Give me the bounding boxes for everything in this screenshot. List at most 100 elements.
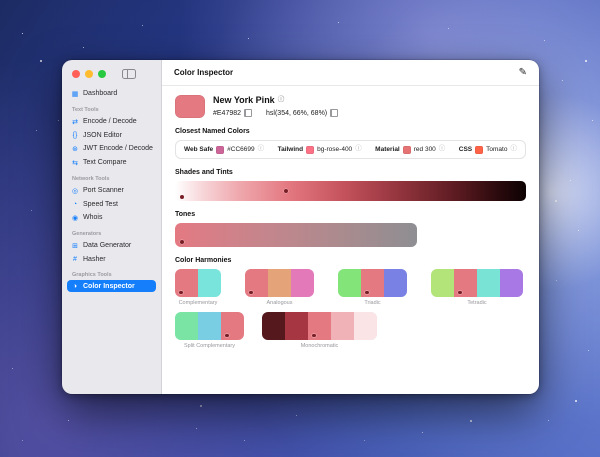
color-value: red 300 (414, 146, 436, 153)
closest-item-websafe: Web Safe #CC6699 ⓘ (184, 146, 264, 154)
system-label: CSS (459, 146, 472, 153)
sidebar-item-speed-test[interactable]: ◔ Speed Test (67, 198, 156, 210)
copy-icon[interactable] (330, 109, 338, 117)
base-color-dot (312, 334, 316, 338)
harmony-analogous: Analogous (245, 269, 314, 306)
color-value: #CC6699 (227, 146, 254, 153)
harmony-swatch[interactable] (384, 269, 407, 297)
sidebar-item-jwt-encode-decode[interactable]: ⊛ JWT Encode / Decode (67, 142, 156, 155)
hex-value: #E47982 (213, 110, 241, 117)
harmony-swatch[interactable] (431, 269, 454, 297)
json-editor-icon: {} (71, 132, 79, 139)
harmony-caption: Monochromatic (262, 343, 377, 349)
harmony-swatch[interactable] (245, 269, 268, 297)
shades-tints-title: Shades and Tints (175, 169, 526, 176)
harmony-swatch[interactable] (175, 312, 198, 340)
sidebar-item-port-scanner[interactable]: ◎ Port Scanner (67, 184, 156, 197)
main-header: Color Inspector ✎ (162, 60, 539, 86)
harmony-swatch[interactable] (500, 269, 523, 297)
color-swatch[interactable] (306, 146, 314, 154)
harmony-swatch[interactable] (331, 312, 354, 340)
system-label: Tailwind (278, 146, 304, 153)
harmony-swatch[interactable] (291, 269, 314, 297)
sidebar-item-text-compare[interactable]: ⇆ Text Compare (67, 156, 156, 169)
info-icon[interactable]: ⓘ (355, 146, 362, 153)
harmony-swatch[interactable] (477, 269, 500, 297)
harmony-swatch[interactable] (221, 312, 244, 340)
system-label: Web Safe (184, 146, 213, 153)
sidebar-item-label: Encode / Decode (83, 118, 137, 125)
harmony-swatch[interactable] (198, 312, 221, 340)
harmony-caption: Tetradic (431, 300, 523, 306)
closest-item-css: CSS Tomato ⓘ (459, 146, 517, 154)
harmony-caption: Complementary (175, 300, 221, 306)
color-swatch[interactable] (216, 146, 224, 154)
port-scanner-icon: ◎ (71, 187, 79, 195)
info-icon[interactable]: ⓘ (510, 146, 517, 153)
sidebar-item-dashboard[interactable]: ▦ Dashboard (67, 87, 156, 100)
harmony-swatch[interactable] (338, 269, 361, 297)
main-content: New York Pink ⓘ #E47982 hsl(354, 66%, 68… (162, 86, 539, 394)
color-value: bg-rose-400 (317, 146, 352, 153)
closest-item-material: Material red 300 ⓘ (375, 146, 445, 154)
encode-decode-icon: ⇄ (71, 118, 79, 126)
close-button[interactable] (72, 70, 80, 78)
base-color-dot (249, 291, 253, 295)
sidebar-item-encode-decode[interactable]: ⇄ Encode / Decode (67, 115, 156, 128)
sidebar-item-hasher[interactable]: # Hasher (67, 253, 156, 265)
color-swatch[interactable] (475, 146, 483, 154)
page-title: Color Inspector (174, 68, 233, 77)
sidebar-item-label: Data Generator (83, 242, 131, 249)
sidebar-item-label: Port Scanner (83, 187, 124, 194)
edit-pencil-icon[interactable]: ✎ (519, 68, 527, 78)
hsl-code: hsl(354, 66%, 68%) (266, 109, 338, 117)
sidebar-item-label: JWT Encode / Decode (83, 145, 153, 152)
whois-icon: ◉ (71, 214, 79, 222)
harmony-swatch[interactable] (175, 269, 198, 297)
color-inspector-icon: ◑ (71, 283, 79, 290)
closest-named-colors-row: Web Safe #CC6699 ⓘ Tailwind bg-rose-400 … (175, 140, 526, 159)
tones-strip[interactable] (175, 223, 417, 247)
current-color-swatch[interactable] (175, 95, 205, 118)
info-icon[interactable]: ⓘ (439, 146, 446, 153)
base-color-dot (179, 291, 183, 295)
minimize-button[interactable] (85, 70, 93, 78)
info-icon[interactable]: ⓘ (278, 97, 285, 104)
color-harmonies-title: Color Harmonies (175, 257, 526, 264)
sidebar-item-color-inspector[interactable]: ◑ Color Inspector (67, 280, 156, 292)
sidebar-section-text-tools: Text Tools (72, 107, 151, 113)
sidebar-item-json-editor[interactable]: {} JSON Editor (67, 129, 156, 141)
tones-title: Tones (175, 211, 526, 218)
copy-icon[interactable] (244, 109, 252, 117)
speed-test-icon: ◔ (71, 201, 79, 208)
shades-tints-strip[interactable] (175, 181, 526, 201)
sidebar-item-whois[interactable]: ◉ Whois (67, 211, 156, 224)
sidebar-section-network-tools: Network Tools (72, 176, 151, 182)
strip-marker-dot (180, 240, 184, 244)
harmony-swatch[interactable] (285, 312, 308, 340)
info-icon[interactable]: ⓘ (258, 146, 265, 153)
closest-named-colors-title: Closest Named Colors (175, 128, 526, 135)
strip-marker-dot (180, 195, 184, 199)
system-label: Material (375, 146, 400, 153)
base-color-dot (458, 291, 462, 295)
harmony-swatch[interactable] (454, 269, 477, 297)
harmony-swatch[interactable] (308, 312, 331, 340)
closest-item-tailwind: Tailwind bg-rose-400 ⓘ (278, 146, 362, 154)
harmony-swatch[interactable] (262, 312, 285, 340)
current-color-section: New York Pink ⓘ #E47982 hsl(354, 66%, 68… (175, 95, 526, 118)
sidebar-item-label: Color Inspector (83, 283, 135, 290)
color-swatch[interactable] (403, 146, 411, 154)
current-color-info: New York Pink ⓘ #E47982 hsl(354, 66%, 68… (213, 95, 338, 117)
harmony-caption: Analogous (245, 300, 314, 306)
harmony-swatch[interactable] (198, 269, 221, 297)
harmony-swatch[interactable] (268, 269, 291, 297)
harmony-swatch[interactable] (361, 269, 384, 297)
sidebar-toggle-icon[interactable] (122, 69, 136, 79)
zoom-button[interactable] (98, 70, 106, 78)
sidebar-section-graphics-tools: Graphics Tools (72, 272, 151, 278)
harmonies-row-1: Complementary Analogous (175, 269, 526, 306)
harmony-complementary: Complementary (175, 269, 221, 306)
sidebar-item-data-generator[interactable]: ⊞ Data Generator (67, 239, 156, 252)
harmony-swatch[interactable] (354, 312, 377, 340)
